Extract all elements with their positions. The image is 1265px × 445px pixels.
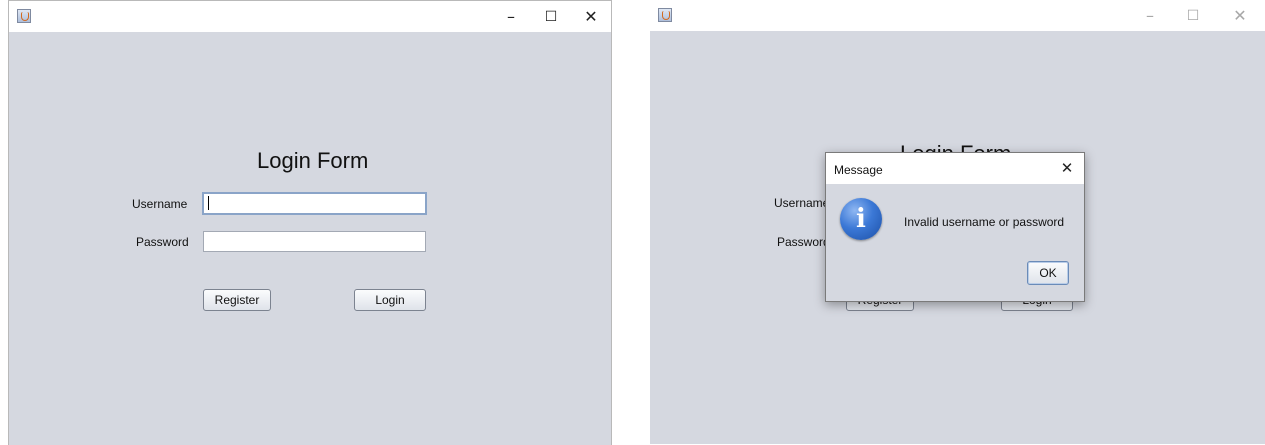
message-dialog: Message ✕ i Invalid username or password… [825, 152, 1085, 302]
close-button[interactable]: ✕ [1220, 0, 1260, 31]
password-input[interactable] [203, 231, 426, 252]
ok-button[interactable]: OK [1027, 261, 1069, 285]
form-title: Login Form [257, 148, 369, 173]
dialog-message: Invalid username or password [904, 215, 1065, 229]
dialog-close-button[interactable]: ✕ [1056, 157, 1078, 179]
password-label: Password [136, 235, 189, 249]
window-content: Login Form Username Password Register Lo… [9, 32, 611, 445]
window-titlebar[interactable]: – ☐ ✕ [650, 0, 1265, 31]
register-button[interactable]: Register [203, 289, 271, 311]
java-app-icon [17, 9, 31, 23]
dialog-titlebar[interactable]: Message ✕ [826, 153, 1084, 184]
window-titlebar[interactable]: – ☐ ✕ [9, 1, 611, 32]
username-input[interactable] [202, 192, 427, 215]
info-icon: i [840, 198, 882, 240]
minimize-button[interactable]: – [1130, 0, 1170, 31]
close-button[interactable]: ✕ [571, 1, 611, 32]
login-window: – ☐ ✕ Login Form Username Password Regis… [8, 0, 612, 445]
info-icon-glyph: i [856, 204, 866, 234]
minimize-button[interactable]: – [491, 1, 531, 32]
maximize-button[interactable]: ☐ [531, 1, 571, 32]
dialog-title: Message [834, 163, 883, 177]
username-label: Username [774, 196, 830, 210]
username-label: Username [132, 197, 188, 211]
login-window-with-dialog: – ☐ ✕ Login Form Username Password Regis… [650, 0, 1265, 444]
maximize-button[interactable]: ☐ [1173, 0, 1213, 31]
password-label: Password [777, 235, 830, 249]
java-app-icon [658, 8, 672, 22]
login-button[interactable]: Login [354, 289, 426, 311]
text-caret [208, 196, 209, 210]
